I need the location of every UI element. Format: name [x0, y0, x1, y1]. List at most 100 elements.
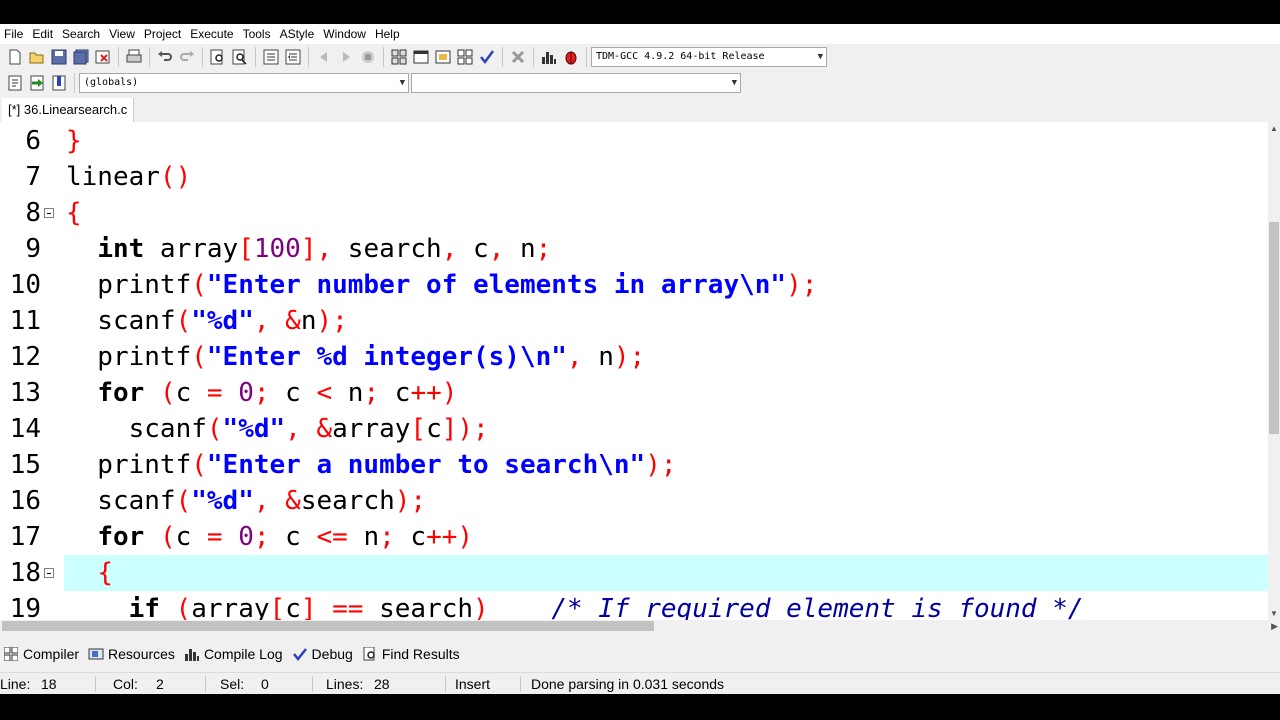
code-token: 0: [238, 522, 254, 552]
code-token: printf: [66, 342, 192, 372]
previous-page-button[interactable]: [314, 47, 334, 67]
status-message: Done parsing in 0.031 seconds: [531, 676, 725, 692]
compile-run-button[interactable]: [433, 47, 453, 67]
menu-astyle[interactable]: AStyle: [276, 24, 320, 44]
line-number: 17: [9, 522, 41, 552]
code-token: if: [128, 594, 160, 620]
syntax-check-button[interactable]: [477, 47, 497, 67]
file-tab-linearsearch[interactable]: [*] 36.Linearsearch.c: [2, 98, 135, 122]
chevron-down-icon: ▼: [399, 78, 405, 88]
code-token: (: [191, 270, 207, 300]
code-line[interactable]: 11 scanf("%d", &n);: [0, 303, 1268, 339]
debug-button[interactable]: [561, 47, 581, 67]
code-line[interactable]: 7 linear(): [0, 159, 1268, 195]
next-page-button[interactable]: [336, 47, 356, 67]
indent-button[interactable]: [261, 47, 281, 67]
menu-edit[interactable]: Edit: [28, 24, 58, 44]
bar-chart-icon: [184, 646, 200, 662]
code-token: =: [206, 522, 223, 552]
menu-view[interactable]: View: [105, 24, 140, 44]
toolbar-separator: [255, 47, 256, 67]
stop-icon: [362, 51, 374, 63]
code-text: scanf("%d", &n);: [66, 303, 348, 339]
goto-button[interactable]: [27, 73, 47, 93]
save-button[interactable]: [49, 47, 69, 67]
close-file-button[interactable]: [93, 47, 113, 67]
bookmark-button[interactable]: [49, 73, 69, 93]
unindent-button[interactable]: [283, 47, 303, 67]
menu-tools[interactable]: Tools: [239, 24, 276, 44]
find-results-icon: [362, 646, 378, 662]
stop-button[interactable]: [358, 47, 378, 67]
clean-button[interactable]: [508, 47, 528, 67]
horizontal-scrollbar[interactable]: ▶: [0, 620, 1278, 632]
find-button[interactable]: [208, 47, 228, 67]
code-line[interactable]: 6}: [0, 123, 1268, 159]
code-text: printf("Enter number of elements in arra…: [66, 267, 817, 303]
tab-resources[interactable]: Resources: [85, 642, 181, 666]
code-line[interactable]: 18 {: [0, 555, 1268, 591]
vertical-scroll-thumb[interactable]: [1269, 222, 1279, 434]
rebuild-button[interactable]: [455, 47, 475, 67]
code-token: [: [410, 414, 427, 444]
line-number: 14: [9, 414, 41, 444]
code-editor[interactable]: 6} 7 linear() 8{9 int array[100], search, c…: [0, 122, 1268, 620]
code-token: (: [206, 414, 223, 444]
code-token: , &: [253, 486, 301, 516]
undo-button[interactable]: [155, 47, 175, 67]
code-token: n: [504, 234, 536, 264]
run-button[interactable]: [411, 47, 431, 67]
tab-find-results[interactable]: Find Results: [359, 642, 466, 666]
tab-debug[interactable]: Debug: [289, 642, 359, 666]
compile-button[interactable]: [389, 47, 409, 67]
redo-icon: [180, 51, 194, 61]
scroll-up-icon[interactable]: ▲: [1268, 124, 1280, 133]
profile-button[interactable]: [539, 47, 559, 67]
code-line[interactable]: 9 int array[100], search, c, n;: [0, 231, 1268, 267]
code-line[interactable]: 14 scanf("%d", &array[c]);: [0, 411, 1268, 447]
code-line[interactable]: 15 printf("Enter a number to search\n");: [0, 447, 1268, 483]
code-token: );: [394, 486, 427, 516]
code-line[interactable]: 8{: [0, 195, 1268, 231]
replace-icon: [232, 49, 247, 65]
compiler-select[interactable]: TDM-GCC 4.9.2 64-bit Release ▼: [591, 47, 827, 67]
tab-compiler[interactable]: Compiler: [0, 642, 85, 666]
scope-select[interactable]: (globals) ▼: [79, 73, 409, 93]
line-number: 12: [9, 342, 41, 372]
code-token: , &: [253, 306, 301, 336]
insert-button[interactable]: [5, 73, 25, 93]
menu-file[interactable]: File: [0, 24, 28, 44]
save-all-button[interactable]: [71, 47, 91, 67]
code-line[interactable]: 12 printf("Enter %d integer(s)\n", n);: [0, 339, 1268, 375]
insert-icon: [8, 75, 22, 91]
scroll-right-icon[interactable]: ▶: [1271, 620, 1278, 632]
fold-toggle-icon[interactable]: [44, 208, 54, 218]
tab-compile-log[interactable]: Compile Log: [181, 642, 289, 666]
code-token: [: [238, 234, 254, 264]
menu-bar: File Edit Search View Project Execute To…: [0, 24, 1280, 44]
menu-execute[interactable]: Execute: [186, 24, 238, 44]
line-number-cell: 9: [0, 231, 64, 267]
menu-search[interactable]: Search: [58, 24, 105, 44]
code-line[interactable]: 16 scanf("%d", &search);: [0, 483, 1268, 519]
code-line[interactable]: 17 for (c = 0; c <= n; c++): [0, 519, 1268, 555]
code-line[interactable]: 10 printf("Enter number of elements in a…: [0, 267, 1268, 303]
new-file-button[interactable]: [5, 47, 25, 67]
print-button[interactable]: [124, 47, 144, 67]
code-line[interactable]: 19 if (array[c] == search) /* If require…: [0, 591, 1268, 620]
horizontal-scroll-thumb[interactable]: [2, 621, 654, 631]
replace-button[interactable]: [230, 47, 250, 67]
member-select[interactable]: ▼: [411, 73, 741, 93]
code-line[interactable]: 13 for (c = 0; c < n; c++): [0, 375, 1268, 411]
code-text: }: [66, 123, 82, 159]
redo-button[interactable]: [177, 47, 197, 67]
menu-window[interactable]: Window: [319, 24, 371, 44]
vertical-scrollbar[interactable]: ▲ ▼: [1268, 122, 1280, 620]
menu-help[interactable]: Help: [371, 24, 405, 44]
menu-project[interactable]: Project: [140, 24, 186, 44]
scroll-down-icon[interactable]: ▼: [1268, 609, 1280, 618]
code-token: ;: [253, 522, 270, 552]
fold-toggle-icon[interactable]: [44, 568, 54, 578]
open-button[interactable]: [27, 47, 47, 67]
code-token: c: [457, 234, 489, 264]
